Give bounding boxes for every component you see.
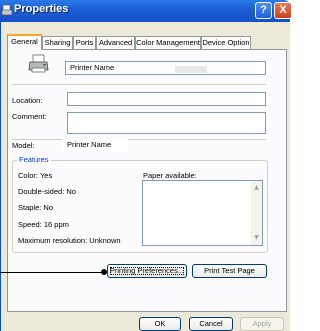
feature-max-resolution: Maximum resolution: Unknown xyxy=(18,236,121,245)
callout-dot xyxy=(101,269,107,275)
printer-name-highlight xyxy=(175,66,207,73)
printer-name-field[interactable]: Printer Name xyxy=(65,61,266,75)
window-title: Properties xyxy=(14,3,69,15)
location-label: Location: xyxy=(12,96,43,105)
printing-preferences-button[interactable]: Printing Preferences... xyxy=(107,264,187,278)
separator-mid xyxy=(12,139,266,140)
paper-list-scrollbar[interactable]: ▲ ▼ xyxy=(251,181,262,245)
print-test-page-button[interactable]: Print Test Page xyxy=(192,264,267,278)
tab-color-management[interactable]: Color Management xyxy=(135,36,201,49)
tab-advanced[interactable]: Advanced xyxy=(96,36,135,49)
cancel-button[interactable]: Cancel xyxy=(189,317,233,331)
features-title: Features xyxy=(17,155,51,164)
feature-staple: Staple: No xyxy=(18,203,54,212)
paper-available-label: Paper available: xyxy=(143,171,197,180)
close-button[interactable]: X xyxy=(274,2,292,19)
paper-available-list[interactable]: ▲ ▼ xyxy=(142,180,263,246)
feature-color: Color: Yes xyxy=(18,171,53,180)
focus-indicator xyxy=(110,267,184,275)
callout-line xyxy=(0,272,104,273)
feature-speed: Speed: 16 ppm xyxy=(18,220,69,229)
title-bar[interactable]: Properties ? X xyxy=(0,0,292,22)
comment-label: Comment: xyxy=(12,112,47,121)
comment-input[interactable] xyxy=(67,112,266,134)
printer-name-text: Printer Name xyxy=(70,63,115,72)
tab-sharing[interactable]: Sharing xyxy=(42,36,73,49)
tab-general[interactable]: General xyxy=(7,34,42,50)
printer-properties-icon xyxy=(2,4,12,16)
separator-top xyxy=(12,84,266,85)
help-button[interactable]: ? xyxy=(255,2,272,19)
printer-icon xyxy=(28,54,49,73)
ok-button[interactable]: OK xyxy=(139,317,181,331)
scroll-down-icon[interactable]: ▼ xyxy=(251,233,262,243)
apply-button[interactable]: Apply xyxy=(240,317,284,331)
scroll-up-icon[interactable]: ▲ xyxy=(251,183,262,193)
location-input[interactable] xyxy=(67,92,266,106)
model-value: Printer Name xyxy=(62,139,128,151)
model-label: Model: xyxy=(12,141,35,150)
feature-double-sided: Double-sided: No xyxy=(18,187,76,196)
tab-ports[interactable]: Ports xyxy=(73,36,96,49)
tab-device-option[interactable]: Device Option xyxy=(201,36,251,49)
